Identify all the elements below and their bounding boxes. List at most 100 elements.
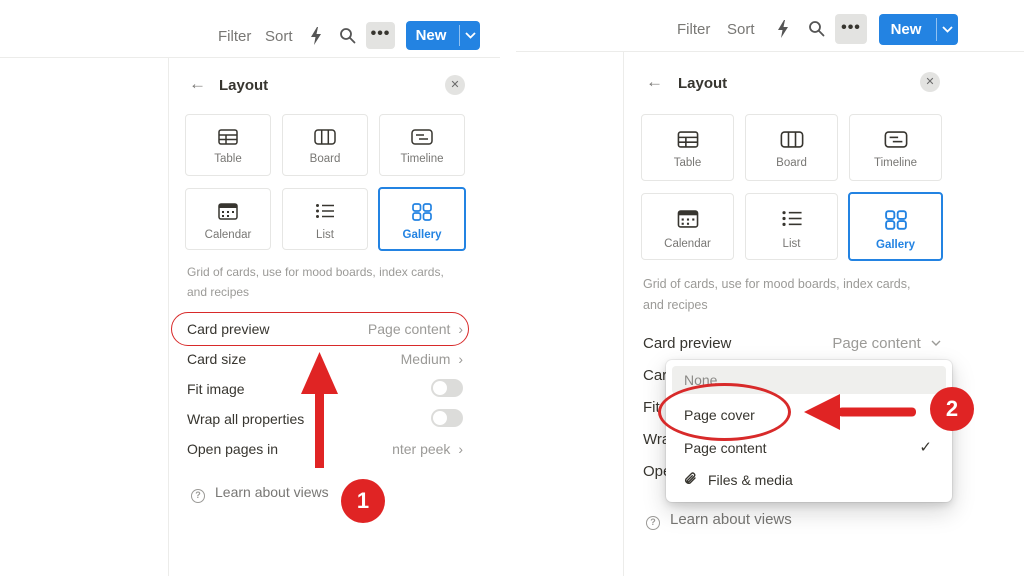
description-line: Grid of cards, use for mood boards, inde… [643, 277, 911, 291]
gallery-icon [380, 203, 464, 221]
new-button[interactable]: New [879, 14, 958, 45]
calendar-icon [186, 203, 270, 220]
card-preview-row[interactable]: Card preview Page content [643, 334, 941, 354]
layout-option-label: Timeline [400, 153, 444, 165]
more-options-button[interactable]: ••• [835, 14, 867, 44]
layout-title: Layout [219, 77, 269, 94]
paperclip-icon [685, 472, 696, 484]
dropdown-option-files-media[interactable]: Files & media [672, 466, 946, 494]
close-icon[interactable]: ✕ [445, 75, 465, 95]
timeline-icon [850, 131, 941, 148]
sort-button[interactable]: Sort [265, 27, 293, 47]
step-badge-2: 2 [930, 387, 974, 431]
ellipsis-icon: ••• [370, 25, 391, 42]
table-icon [186, 129, 270, 145]
card-size-value: Medium › [400, 351, 463, 367]
description-line: and recipes [187, 285, 250, 299]
gallery-icon [850, 210, 941, 230]
layout-option-label: Board [309, 153, 341, 165]
layout-description: Grid of cards, use for mood boards, inde… [187, 262, 487, 302]
left-screenshot: Filter Sort ••• New ← Layout ✕ Table Boa… [0, 0, 500, 576]
fit-image-toggle[interactable] [431, 379, 463, 397]
layout-option-label: Table [214, 153, 242, 165]
search-icon[interactable] [808, 20, 826, 43]
search-icon[interactable] [339, 27, 357, 50]
layout-option-label: Board [776, 157, 807, 169]
layout-option-label: Calendar [664, 238, 711, 250]
card-preview-label: Card preview [643, 335, 732, 352]
right-screenshot: Filter Sort ••• New ← Layout ✕ Table Boa… [516, 0, 1024, 576]
board-icon [283, 129, 367, 145]
layout-option-list[interactable]: List [282, 188, 368, 250]
layout-description: Grid of cards, use for mood boards, inde… [643, 274, 949, 316]
step-badge-1: 1 [341, 479, 385, 523]
new-button-label: New [415, 27, 447, 44]
layout-option-label: List [782, 238, 801, 250]
layout-option-table[interactable]: Table [641, 114, 734, 181]
layout-option-label: Calendar [204, 229, 252, 241]
lightning-icon[interactable] [308, 26, 324, 51]
table-icon [642, 131, 733, 148]
left-arrow-annotation [804, 394, 916, 430]
learn-about-views-link[interactable]: ? Learn about views [646, 510, 792, 530]
back-arrow-icon[interactable]: ← [646, 72, 663, 92]
fit-image-label: Fit [643, 399, 660, 416]
card-preview-highlight [171, 312, 469, 346]
database-toolbar: Filter Sort ••• New [0, 0, 500, 58]
learn-about-views-label: Learn about views [215, 484, 329, 500]
calendar-icon [642, 210, 733, 228]
layout-option-timeline[interactable]: Timeline [379, 114, 465, 176]
list-icon [283, 203, 367, 219]
back-arrow-icon[interactable]: ← [189, 74, 206, 94]
help-icon: ? [646, 516, 660, 530]
timeline-icon [380, 129, 464, 145]
layout-title: Layout [678, 75, 728, 92]
new-button[interactable]: New [406, 21, 480, 50]
card-preview-value: Page content [832, 334, 941, 354]
layout-option-gallery[interactable]: Gallery [848, 192, 943, 261]
filter-button[interactable]: Filter [218, 27, 251, 47]
layout-option-label: Gallery [876, 239, 915, 251]
layout-option-gallery[interactable]: Gallery [378, 187, 466, 251]
dropdown-option-label: Files & media [708, 472, 793, 488]
description-line: Grid of cards, use for mood boards, inde… [187, 265, 444, 279]
layout-option-calendar[interactable]: Calendar [185, 188, 271, 250]
layout-option-label: List [316, 229, 334, 241]
filter-button[interactable]: Filter [677, 20, 710, 40]
card-size-label: Card size [187, 351, 247, 367]
help-icon: ? [191, 489, 205, 503]
sort-button[interactable]: Sort [727, 20, 755, 40]
layout-option-list[interactable]: List [745, 193, 838, 260]
ellipsis-icon: ••• [841, 19, 861, 36]
layout-option-calendar[interactable]: Calendar [641, 193, 734, 260]
up-arrow-annotation [301, 352, 338, 468]
layout-option-label: Table [673, 157, 702, 169]
list-icon [746, 210, 837, 227]
description-line: and recipes [643, 298, 708, 312]
database-toolbar: Filter Sort ••• New [516, 0, 1024, 52]
layout-option-label: Gallery [402, 229, 442, 241]
lightning-icon[interactable] [775, 19, 791, 44]
wrap-properties-toggle[interactable] [431, 409, 463, 427]
open-pages-value: nter peek › [392, 441, 463, 457]
more-options-button[interactable]: ••• [366, 22, 395, 49]
chevron-down-icon[interactable] [460, 21, 480, 50]
layout-option-timeline[interactable]: Timeline [849, 114, 942, 181]
layout-option-board[interactable]: Board [745, 114, 838, 181]
layout-settings-panel: ← Layout ✕ Table Board Timeline Calendar… [168, 58, 500, 576]
close-icon[interactable]: ✕ [920, 72, 940, 92]
open-pages-label: Open pages in [187, 441, 279, 457]
dropdown-option-label: Page content [684, 440, 767, 456]
chevron-down-icon[interactable] [937, 14, 958, 45]
wrap-properties-label: Wrap all properties [187, 411, 305, 427]
layout-option-label: Timeline [873, 157, 918, 169]
fit-image-label: Fit image [187, 381, 245, 397]
layout-option-table[interactable]: Table [185, 114, 271, 176]
card-size-label: Car [643, 367, 668, 384]
layout-option-board[interactable]: Board [282, 114, 368, 176]
chevron-down-icon [931, 340, 941, 346]
page-cover-highlight [658, 383, 791, 441]
board-icon [746, 131, 837, 148]
learn-about-views-link[interactable]: ? Learn about views [191, 482, 329, 503]
learn-about-views-label: Learn about views [670, 511, 792, 528]
